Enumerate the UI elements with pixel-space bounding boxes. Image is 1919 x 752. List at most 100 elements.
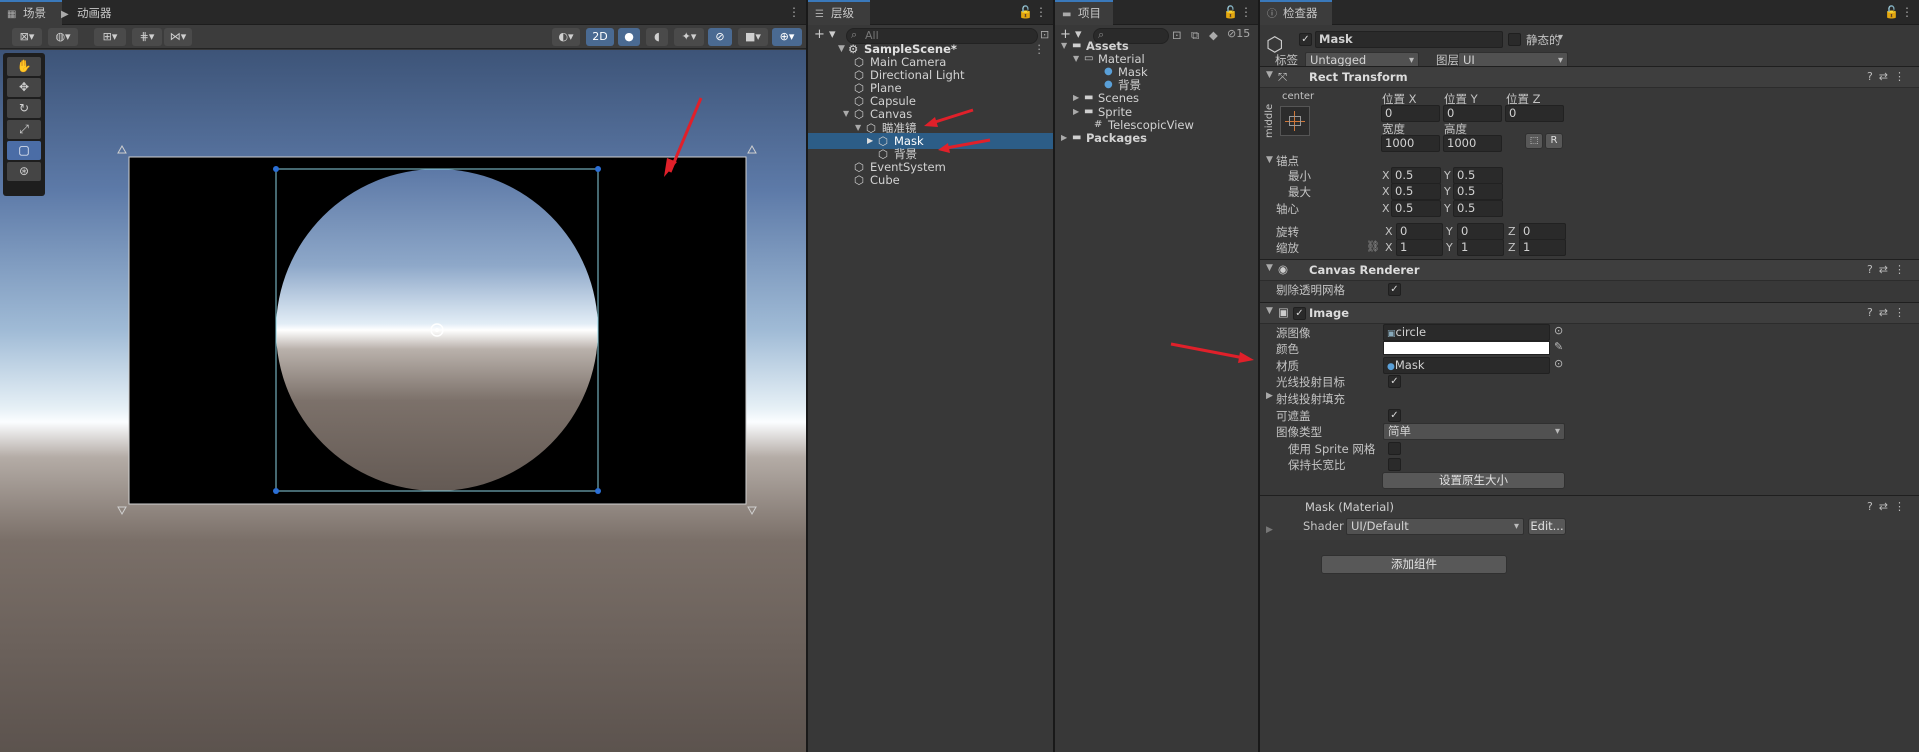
scene-canvas-svg <box>117 97 757 516</box>
project-item[interactable]: ▶ ▬ Packages <box>1055 130 1258 146</box>
foldout-arrow-icon[interactable]: ▼ <box>1266 263 1273 273</box>
pivot-y-field[interactable]: 0.5 <box>1453 200 1503 217</box>
pos-y-field[interactable]: 0 <box>1443 105 1502 122</box>
rotation-z-field[interactable]: 0 <box>1519 223 1566 240</box>
image-enabled-checkbox[interactable]: ✓ <box>1293 307 1306 320</box>
static-dropdown-arrow[interactable]: ▾ <box>1558 32 1563 43</box>
camera-dropdown[interactable]: ■▾ <box>738 28 768 46</box>
handle-bottom-right[interactable] <box>595 488 601 494</box>
width-field[interactable]: 1000 <box>1381 135 1440 152</box>
project-options-icon[interactable]: ⋮ <box>1240 5 1252 19</box>
anchor-max-y-field[interactable]: 0.5 <box>1453 183 1503 200</box>
canvas-renderer-header[interactable]: ▼ ◉ Canvas Renderer ?⇄⋮ <box>1260 259 1919 281</box>
component-header-icons[interactable]: ?⇄⋮ <box>1867 70 1911 83</box>
use-sprite-mesh-checkbox[interactable] <box>1388 442 1401 455</box>
scale-z-field[interactable]: 1 <box>1519 239 1566 256</box>
scale-x-field[interactable]: 1 <box>1396 239 1443 256</box>
foldout-arrow-icon[interactable]: ▼ <box>1266 70 1273 80</box>
image-component-header[interactable]: ▼ ▣ ✓ Image ?⇄⋮ <box>1260 302 1919 324</box>
cull-transparent-mesh-checkbox[interactable]: ✓ <box>1388 283 1401 296</box>
inspector-options-icon[interactable]: ⋮ <box>1901 5 1913 19</box>
add-component-button[interactable]: 添加组件 <box>1321 555 1507 574</box>
lighting-toggle-icon[interactable]: ● <box>618 28 640 46</box>
foldout-arrow-icon[interactable]: ▼ <box>1266 306 1273 316</box>
component-header-icons[interactable]: ?⇄⋮ <box>1867 263 1911 276</box>
scale-tool-icon[interactable]: ⤢ <box>7 120 41 139</box>
pivot-x-field[interactable]: 0.5 <box>1391 200 1441 217</box>
shader-dropdown[interactable]: UI/Default <box>1346 518 1524 535</box>
anchor-presets-button[interactable] <box>1280 106 1310 136</box>
blueprint-mode-button[interactable]: ⬚ <box>1525 133 1543 149</box>
scale-y-field[interactable]: 1 <box>1457 239 1504 256</box>
set-native-size-button[interactable]: 设置原生大小 <box>1382 472 1565 489</box>
inspector-lock-icon[interactable]: 🔓 <box>1884 5 1899 19</box>
object-picker-icon[interactable]: ⊙ <box>1554 357 1563 370</box>
material-foldout-arrow[interactable]: ▶ <box>1266 525 1273 535</box>
rect-tool-icon[interactable]: ▢ <box>7 141 41 160</box>
eyedropper-icon[interactable]: ✎ <box>1554 340 1563 353</box>
maskable-checkbox[interactable]: ✓ <box>1388 409 1401 422</box>
tab-inspector[interactable]: ⓘ 检查器 <box>1260 0 1332 25</box>
hierarchy-pane: ☰ 层级 🔓 ⋮ + ▾ All ⌕ ⊡ ▼ ⚙ SampleScene* ⋮ ⬡… <box>808 0 1053 752</box>
align-dropdown[interactable]: ⋈▾ <box>164 28 192 46</box>
pos-x-field[interactable]: 0 <box>1381 105 1440 122</box>
anchor-max-x-field[interactable]: 0.5 <box>1391 183 1441 200</box>
height-field[interactable]: 1000 <box>1443 135 1502 152</box>
anchor-min-x-field[interactable]: 0.5 <box>1391 167 1441 184</box>
image-type-dropdown[interactable]: 简单 <box>1383 423 1565 440</box>
rotation-y-field[interactable]: 0 <box>1457 223 1504 240</box>
increment-snap-dropdown[interactable]: ⋕▾ <box>132 28 162 46</box>
scene-tab-options-icon[interactable]: ⋮ <box>788 5 800 19</box>
axis-y-label: Y <box>1446 241 1453 254</box>
anchor-min-label: 最小 <box>1288 169 1311 183</box>
project-lock-icon[interactable]: 🔓 <box>1223 5 1238 19</box>
2d-toggle-button[interactable]: 2D <box>586 28 614 46</box>
gizmos-dropdown[interactable]: ⊕▾ <box>772 28 802 46</box>
scene-grid-icon: ▦ <box>7 9 17 20</box>
shader-edit-button[interactable]: Edit... <box>1528 518 1566 535</box>
pivot-dot <box>435 328 439 332</box>
draw-mode-dropdown[interactable]: ⊠▾ <box>12 28 42 46</box>
rotate-tool-icon[interactable]: ↻ <box>7 99 41 118</box>
raycast-padding-foldout[interactable]: ▶ <box>1266 391 1273 401</box>
static-checkbox[interactable] <box>1508 33 1521 46</box>
render-mode-dropdown[interactable]: ◍▾ <box>48 28 78 46</box>
color-swatch[interactable] <box>1383 341 1550 355</box>
anchor-min-y-field[interactable]: 0.5 <box>1453 167 1503 184</box>
move-tool-icon[interactable]: ✥ <box>7 78 41 97</box>
raycast-target-checkbox[interactable]: ✓ <box>1388 375 1401 388</box>
rotation-x-field[interactable]: 0 <box>1396 223 1443 240</box>
preserve-aspect-checkbox[interactable] <box>1388 458 1401 471</box>
constrain-scale-link-icon[interactable]: ⛓ <box>1366 240 1380 253</box>
active-checkbox[interactable]: ✓ <box>1299 33 1312 46</box>
transform-tool-icon[interactable]: ⊛ <box>7 162 41 181</box>
scene-visibility-icon[interactable]: ⊘ <box>708 28 732 46</box>
raw-edit-button[interactable]: R <box>1545 133 1563 149</box>
scene-toolbar: ⊠▾ ◍▾ ⊞▾ ⋕▾ ⋈▾ ◐▾ 2D ● ◖ ✦▾ ⊘ ■▾ ⊕▾ <box>0 25 806 49</box>
source-image-field[interactable]: ▣circle <box>1383 324 1550 341</box>
shading-dropdown[interactable]: ◐▾ <box>552 28 580 46</box>
tab-animator[interactable]: ▶ 动画器 <box>54 0 120 25</box>
expand-arrow-icon[interactable]: ▶ <box>1061 130 1067 146</box>
object-picker-icon[interactable]: ⊙ <box>1554 324 1563 337</box>
component-header-icons[interactable]: ?⇄⋮ <box>1867 306 1911 319</box>
tab-project[interactable]: ▬ 项目 <box>1055 0 1113 25</box>
rect-transform-header[interactable]: ▼ ⤧ Rect Transform ?⇄⋮ <box>1260 66 1919 88</box>
handle-top-left[interactable] <box>273 166 279 172</box>
audio-toggle-icon[interactable]: ◖ <box>646 28 668 46</box>
hand-tool-icon[interactable]: ✋ <box>7 57 41 76</box>
tab-scene[interactable]: ▦ 场景 <box>0 0 62 25</box>
pos-z-field[interactable]: 0 <box>1505 105 1564 122</box>
grid-snap-dropdown[interactable]: ⊞▾ <box>94 28 126 46</box>
anchors-foldout-arrow[interactable]: ▼ <box>1266 155 1273 165</box>
axis-x-label: X <box>1382 202 1390 215</box>
material-title: Mask (Material) <box>1305 500 1394 514</box>
scene-viewport[interactable] <box>0 50 806 752</box>
material-field[interactable]: ●Mask <box>1383 357 1550 374</box>
handle-bottom-left[interactable] <box>273 488 279 494</box>
handle-top-right[interactable] <box>595 166 601 172</box>
component-header-icons[interactable]: ?⇄⋮ <box>1867 500 1911 513</box>
effects-dropdown[interactable]: ✦▾ <box>674 28 704 46</box>
object-name-field[interactable]: Mask <box>1315 31 1503 48</box>
static-label: 静态的 <box>1526 33 1561 47</box>
